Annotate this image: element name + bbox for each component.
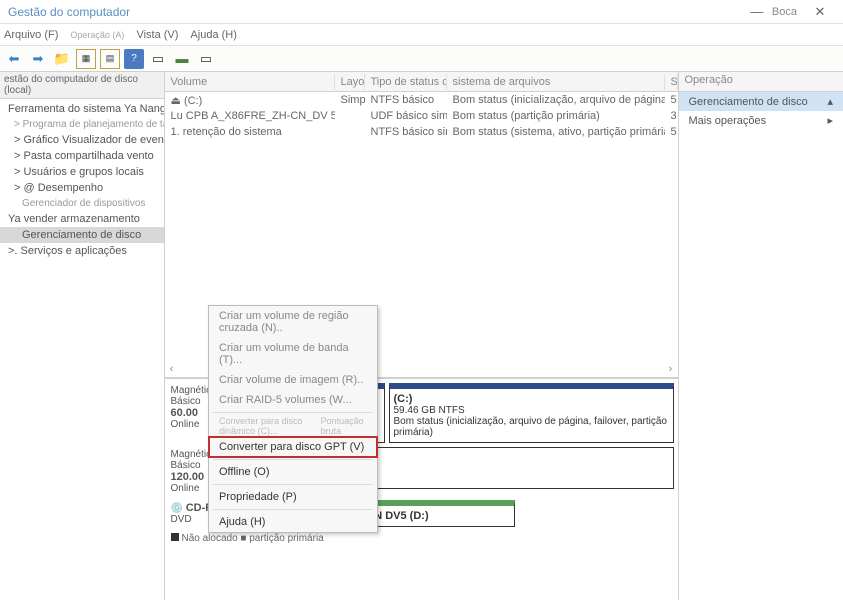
tree-users-groups[interactable]: > Usuários e grupos locais <box>0 164 164 180</box>
col-s[interactable]: S <box>665 74 678 90</box>
grid-icon[interactable]: ▦ <box>76 49 96 69</box>
col-layout[interactable]: Layout <box>335 74 365 90</box>
tree-event-viewer[interactable]: > Gráfico Visualizador de eventos <box>0 132 164 148</box>
cm-separator <box>213 484 373 485</box>
tree-scheduler[interactable]: > Programa de planejamento de tarefas <box>0 117 164 132</box>
minimize-button[interactable]: — <box>742 4 772 19</box>
collapse-icon: ▴ <box>827 95 833 108</box>
cm-striped-volume: Criar um volume de banda (T)... <box>209 338 377 370</box>
action-disk-mgmt[interactable]: Gerenciamento de disco▴ <box>679 92 843 111</box>
cm-properties[interactable]: Propriedade (P) <box>209 487 377 507</box>
tree-disk-mgmt[interactable]: Gerenciamento de disco <box>0 227 164 243</box>
tree-services[interactable]: >. Serviços e aplicações <box>0 243 164 259</box>
bar-icon[interactable]: ▬ <box>172 49 192 69</box>
cm-spanned-volume: Criar um volume de região cruzada (N).. <box>209 306 377 338</box>
boca-label: Boca <box>772 6 797 18</box>
cm-separator <box>213 412 373 413</box>
menu-view[interactable]: Vista (V) <box>136 29 178 41</box>
left-header: estão do computador de disco (local) <box>0 72 164 99</box>
vol-row[interactable]: ⏏ (C:) Simples NTFS básico Bom status (i… <box>165 92 678 108</box>
cm-convert-dynamic: Converter para disco dinâmico (C)...Pont… <box>209 415 377 437</box>
cm-offline[interactable]: Offline (O) <box>209 462 377 482</box>
cm-help[interactable]: Ajuda (H) <box>209 512 377 532</box>
menu-help[interactable]: Ajuda (H) <box>190 29 236 41</box>
scroll-right-icon[interactable]: › <box>664 363 678 375</box>
back-icon[interactable]: ⬅ <box>4 49 24 69</box>
cm-convert-gpt[interactable]: Converter para disco GPT (V) <box>208 436 378 458</box>
cm-separator <box>213 459 373 460</box>
help-icon[interactable]: ? <box>124 49 144 69</box>
col-fs[interactable]: sistema de arquivos <box>447 74 665 90</box>
tree-storage[interactable]: Ya vender armazenamento <box>0 211 164 227</box>
vol-row[interactable]: Lu CPB A_X86FRE_ZH-CN_DV 5(D :) UDF bási… <box>165 108 678 124</box>
arrow-right-icon: ▸ <box>827 114 833 127</box>
tree-device-mgr[interactable]: Gerenciador de dispositivos <box>0 196 164 211</box>
close-button[interactable]: ✕ <box>805 4 835 20</box>
tree-performance[interactable]: > @ Desempenho <box>0 180 164 196</box>
action-more[interactable]: Mais operações▸ <box>679 111 843 130</box>
col-type[interactable]: Tipo de status do <box>365 74 447 90</box>
window-title: Gestão do computador <box>8 5 130 19</box>
right-header: Operação <box>679 72 843 92</box>
vol-row[interactable]: 1. retenção do sistema NTFS básico simpl… <box>165 124 678 140</box>
list-icon[interactable]: ▭ <box>148 49 168 69</box>
menu-action-small[interactable]: Operação (A) <box>70 30 124 40</box>
context-menu: Criar um volume de região cruzada (N).. … <box>208 305 378 533</box>
forward-icon[interactable]: ➡ <box>28 49 48 69</box>
menu-file[interactable]: Arquivo (F) <box>4 29 58 41</box>
blank-icon[interactable]: ▭ <box>196 49 216 69</box>
cm-mirror-volume: Criar volume de imagem (R).. <box>209 370 377 390</box>
scroll-left-icon[interactable]: ‹ <box>165 363 179 375</box>
cal-icon[interactable]: ▤ <box>100 49 120 69</box>
cm-raid5-volume: Criar RAID-5 volumes (W... <box>209 390 377 410</box>
folder-icon[interactable]: 📁 <box>52 49 72 69</box>
tree-shared-folders[interactable]: > Pasta compartilhada vento <box>0 148 164 164</box>
col-volume[interactable]: Volume <box>165 74 335 90</box>
partition-c[interactable]: (C:) 59.46 GB NTFS Bom status (inicializ… <box>389 383 674 443</box>
cm-separator <box>213 509 373 510</box>
tree-root[interactable]: Ferramenta do sistema Ya Nang <box>0 101 164 117</box>
